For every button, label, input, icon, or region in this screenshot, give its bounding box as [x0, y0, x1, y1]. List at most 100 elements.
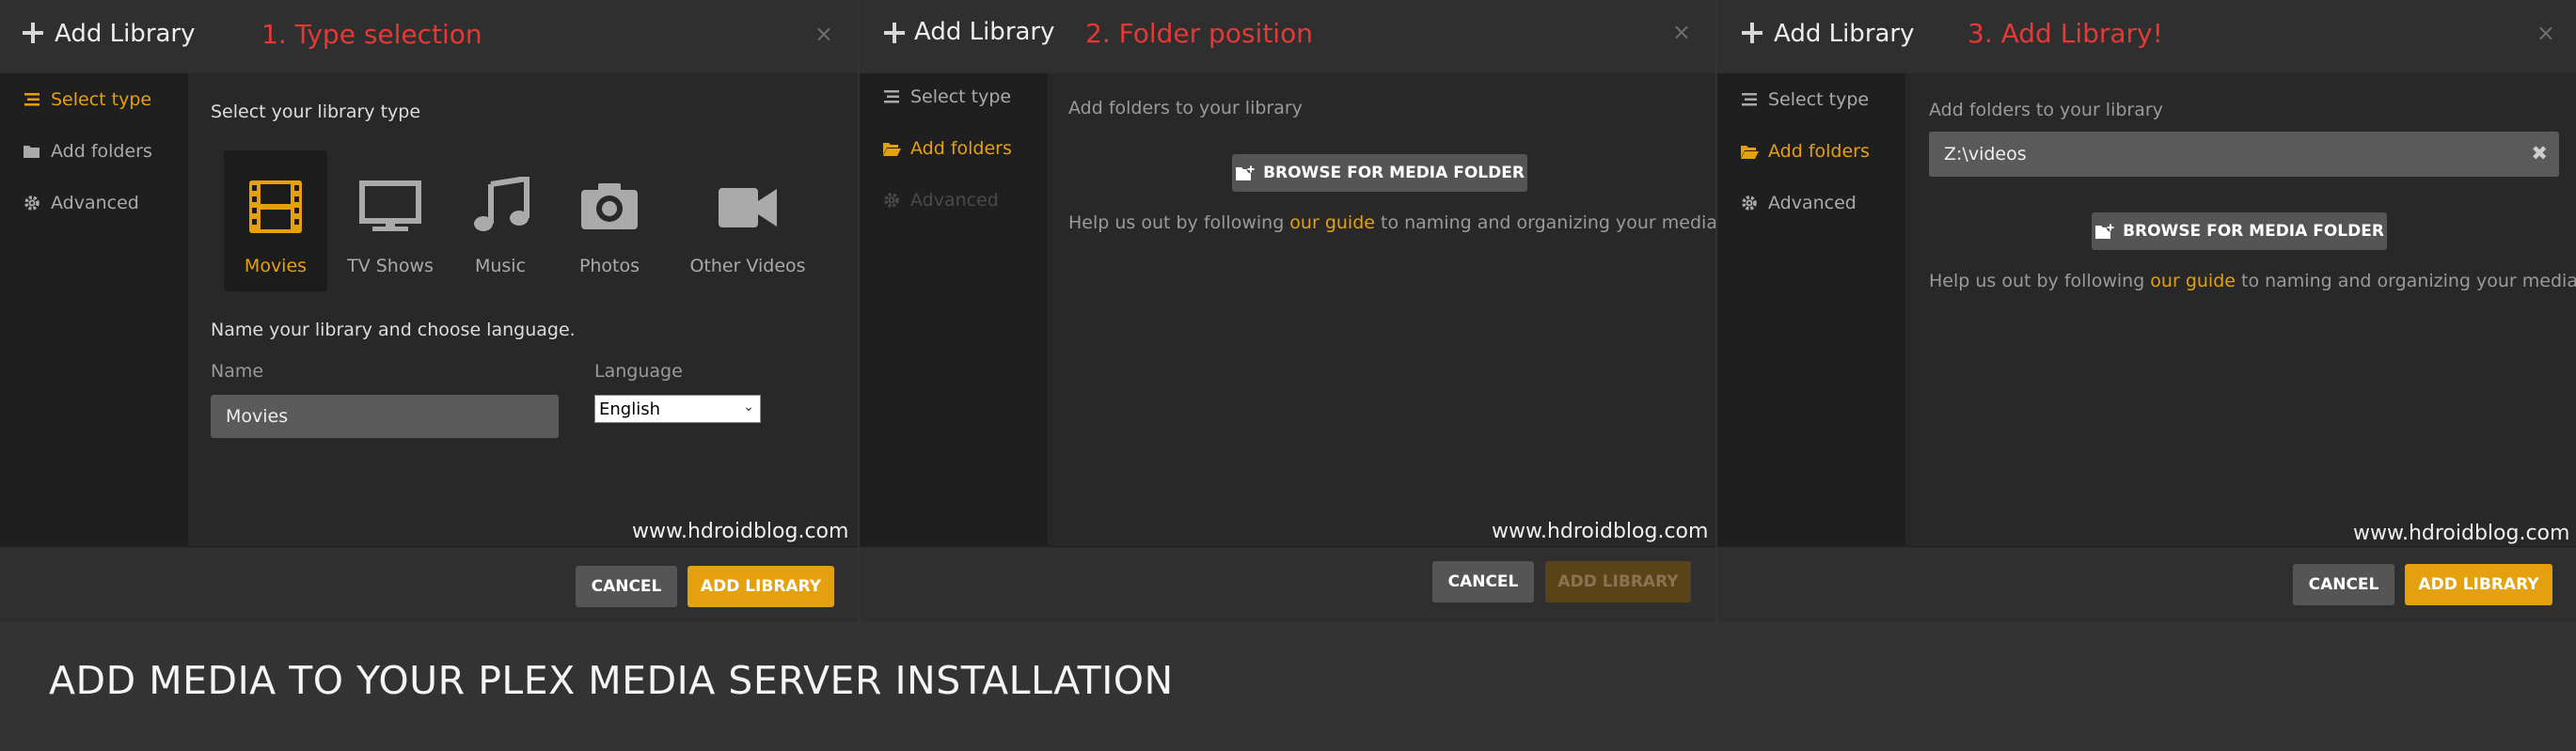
library-name-input[interactable]: Movies [211, 395, 559, 438]
dialog-sidebar: Select type Add folders Advanced [1717, 73, 1905, 546]
type-option-movies[interactable]: Movies [224, 150, 327, 291]
camera-icon [581, 183, 638, 229]
add-library-dialog-type-selection: Add Library 1. Type selection × Select t… [0, 0, 858, 622]
list-icon [1742, 93, 1757, 106]
gear-icon [24, 196, 40, 211]
type-label: TV Shows [347, 256, 434, 276]
type-option-photos[interactable]: Photos [562, 150, 656, 291]
sidebar-item-select-type[interactable]: Select type [1740, 89, 1869, 110]
add-library-button[interactable]: ADD LIBRARY [2405, 564, 2552, 605]
video-camera-icon [719, 188, 777, 227]
type-option-tv-shows[interactable]: TV Shows [339, 150, 442, 291]
dialog-sidebar: Select type Add folders Advanced [0, 73, 188, 546]
sidebar-item-advanced[interactable]: Advanced [1740, 193, 1857, 213]
sidebar-item-select-type[interactable]: Select type [882, 86, 1011, 107]
type-label: Movies [244, 256, 308, 276]
dialog-title: Add Library [914, 18, 1055, 46]
sidebar-item-advanced[interactable]: Advanced [23, 193, 139, 213]
help-text-suffix: to naming and organizing your media. [2235, 271, 2576, 291]
cancel-button[interactable]: CANCEL [1432, 561, 1534, 602]
dialog-content: Add folders to your library BROWSE FOR M… [1048, 73, 1715, 546]
help-text: Help us out by following our guide to na… [1068, 212, 1715, 233]
folder-icon [24, 146, 40, 158]
remove-folder-icon[interactable]: ✖ [2531, 142, 2548, 164]
gear-icon [1742, 196, 1757, 211]
add-library-dialog-add-library: Add Library 3. Add Library! × Select typ… [1717, 0, 2576, 622]
browse-button-label: BROWSE FOR MEDIA FOLDER [2123, 222, 2384, 241]
help-text-prefix: Help us out by following [1068, 212, 1290, 233]
cancel-button[interactable]: CANCEL [2293, 564, 2394, 605]
film-icon [249, 180, 302, 233]
language-select[interactable]: English ⌄ [594, 395, 761, 423]
dialog-content: Add folders to your library Z:\videos ✖ … [1905, 73, 2576, 546]
chevron-down-icon: ⌄ [743, 399, 754, 415]
folder-add-icon [1236, 164, 1256, 180]
language-selected-value: English [599, 399, 660, 419]
add-folders-prompt: Add folders to your library [1068, 98, 1303, 118]
folder-open-icon [883, 143, 901, 156]
plus-icon [21, 21, 45, 45]
close-icon[interactable]: × [2536, 20, 2555, 46]
close-icon[interactable]: × [814, 21, 833, 47]
type-option-music[interactable]: Music [453, 150, 547, 291]
help-text-suffix: to naming and organizing your media. [1374, 212, 1715, 233]
sidebar-item-label: Add folders [1768, 141, 1870, 162]
close-icon[interactable]: × [1672, 19, 1691, 45]
watermark: www.hdroidblog.com [2353, 522, 2570, 545]
add-library-button[interactable]: ADD LIBRARY [687, 566, 834, 607]
step-annotation: 3. Add Library! [1968, 18, 2163, 49]
dialog-header: Add Library 2. Folder position × [860, 0, 1715, 73]
watermark: www.hdroidblog.com [1492, 520, 1709, 543]
sidebar-item-add-folders[interactable]: Add folders [882, 138, 1012, 159]
step-annotation: 2. Folder position [1085, 18, 1313, 49]
list-icon [884, 90, 899, 103]
folder-path-input[interactable]: Z:\videos ✖ [1929, 132, 2559, 177]
gear-icon [884, 193, 899, 208]
dialog-sidebar: Select type Add folders Advanced [860, 73, 1048, 546]
dialog-content: Select your library type Movies TV Shows [188, 73, 858, 546]
dialog-footer: CANCEL ADD LIBRARY [860, 546, 1715, 622]
our-guide-link[interactable]: our guide [1289, 212, 1375, 233]
folder-open-icon [1741, 146, 1759, 159]
sidebar-item-label: Add folders [51, 141, 152, 162]
name-label: Name [211, 361, 264, 382]
plus-icon [882, 21, 907, 45]
sidebar-item-advanced[interactable]: Advanced [882, 190, 999, 211]
music-note-icon [474, 177, 529, 231]
sidebar-item-label: Select type [910, 86, 1012, 107]
tv-icon [359, 180, 421, 231]
watermark: www.hdroidblog.com [632, 520, 849, 543]
folder-path-value: Z:\videos [1944, 144, 2027, 164]
type-label: Photos [578, 256, 640, 276]
add-folders-prompt: Add folders to your library [1929, 100, 2163, 120]
library-type-prompt: Select your library type [211, 102, 421, 122]
sidebar-item-label: Advanced [910, 190, 999, 211]
sidebar-item-label: Select type [51, 89, 152, 110]
help-text-prefix: Help us out by following [1929, 271, 2151, 291]
dialog-header: Add Library 3. Add Library! × [1717, 0, 2576, 73]
browse-button-label: BROWSE FOR MEDIA FOLDER [1263, 164, 1525, 182]
help-text: Help us out by following our guide to na… [1929, 271, 2576, 291]
list-icon [24, 93, 40, 106]
cancel-button[interactable]: CANCEL [576, 566, 677, 607]
type-label: Music [474, 256, 527, 276]
add-library-button[interactable]: ADD LIBRARY [1545, 561, 1691, 602]
sidebar-item-label: Advanced [1768, 193, 1857, 213]
browse-media-folder-button[interactable]: BROWSE FOR MEDIA FOLDER [1232, 154, 1527, 192]
browse-media-folder-button[interactable]: BROWSE FOR MEDIA FOLDER [2092, 212, 2387, 250]
dialog-footer: CANCEL ADD LIBRARY [0, 546, 858, 622]
sidebar-item-label: Add folders [910, 138, 1012, 159]
type-option-other-videos[interactable]: Other Videos [677, 150, 818, 291]
our-guide-link[interactable]: our guide [2150, 271, 2236, 291]
name-section-heading: Name your library and choose language. [211, 320, 576, 340]
plus-icon [1740, 21, 1764, 45]
dialog-title: Add Library [55, 20, 196, 48]
dialog-header: Add Library 1. Type selection × [0, 0, 858, 73]
dialog-title: Add Library [1774, 20, 1915, 48]
sidebar-item-add-folders[interactable]: Add folders [23, 141, 152, 162]
sidebar-item-select-type[interactable]: Select type [23, 89, 151, 110]
dialog-footer: CANCEL ADD LIBRARY [1717, 546, 2576, 622]
add-library-dialog-folder-position: Add Library 2. Folder position × Select … [860, 0, 1715, 622]
sidebar-item-label: Select type [1768, 89, 1870, 110]
sidebar-item-add-folders[interactable]: Add folders [1740, 141, 1870, 162]
